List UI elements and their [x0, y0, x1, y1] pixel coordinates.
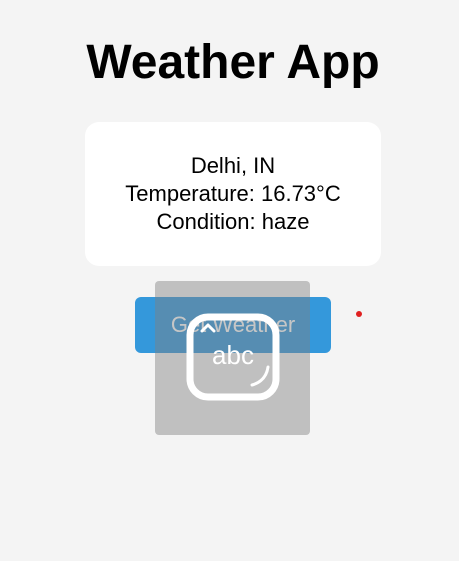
weather-card: Delhi, IN Temperature: 16.73°C Condition…: [85, 122, 381, 266]
temperature-text: Temperature: 16.73°C: [125, 181, 341, 206]
condition-text: Condition: haze: [156, 209, 310, 234]
indicator-dot: [356, 311, 362, 317]
app-title: Weather App: [86, 36, 380, 89]
keyboard-label: abc: [212, 340, 254, 370]
location-text: Delhi, IN: [190, 153, 276, 178]
